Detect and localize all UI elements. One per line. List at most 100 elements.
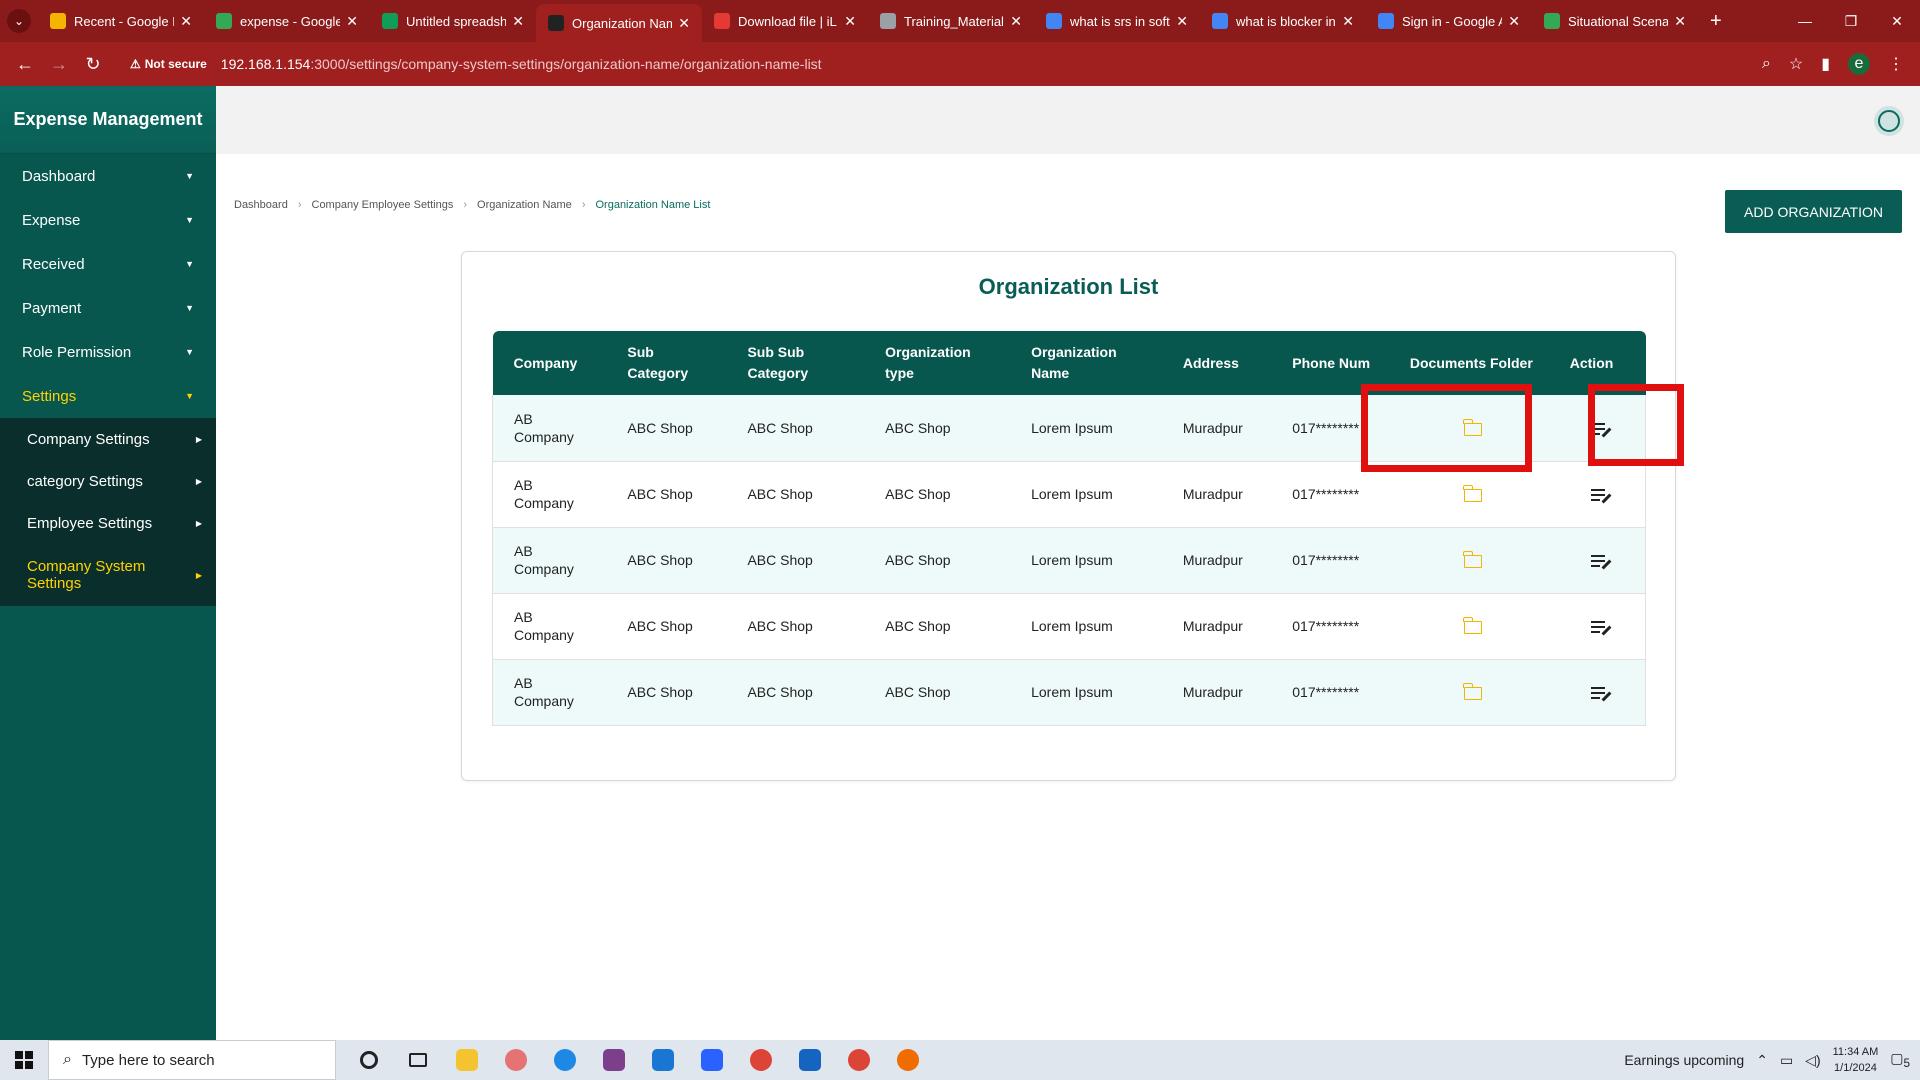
sidebar-item-payment[interactable]: Payment ▼	[0, 286, 216, 330]
minimize-button[interactable]: —	[1782, 0, 1828, 42]
breadcrumb-item[interactable]: Organization Name	[477, 199, 572, 211]
tab-close-icon[interactable]: ✕	[346, 13, 358, 30]
browser-menu-icon[interactable]: ⋮	[1888, 54, 1904, 74]
network-icon[interactable]: ▭	[1780, 1052, 1793, 1069]
back-button[interactable]: ←	[10, 54, 40, 75]
tray-chevron-icon[interactable]: ⌃	[1756, 1052, 1768, 1069]
browser-tab[interactable]: Organization Nam ✕	[536, 4, 702, 42]
folder-icon[interactable]	[1463, 550, 1482, 568]
tab-search-button[interactable]: ⌄	[0, 0, 38, 42]
task-view-icon[interactable]	[393, 1040, 442, 1080]
chrome-icon[interactable]	[736, 1040, 785, 1080]
taskbar-search[interactable]: ⌕ Type here to search	[48, 1040, 336, 1080]
edit-icon[interactable]	[1590, 620, 1612, 636]
caret-down-icon: ▼	[185, 171, 194, 181]
restore-button[interactable]: ❐	[1828, 0, 1874, 42]
mail-icon[interactable]	[638, 1040, 687, 1080]
sidebar-item-dashboard[interactable]: Dashboard ▼	[0, 154, 216, 198]
site-security-indicator[interactable]: ⚠ Not secure	[130, 57, 207, 71]
notification-center-icon[interactable]: ▢5	[1890, 1050, 1910, 1070]
breadcrumb-item[interactable]: Dashboard	[234, 199, 288, 211]
edit-icon[interactable]	[1590, 488, 1612, 504]
column-header: Organization type	[885, 344, 971, 381]
column-header: Address	[1182, 354, 1239, 371]
sidebar-subitem-company-system-settings[interactable]: Company System Settings ▶	[0, 544, 216, 606]
column-header: Sub Sub Category	[747, 344, 809, 381]
profile-avatar[interactable]: e	[1848, 53, 1870, 75]
browser-tab[interactable]: Training_Materials ✕	[868, 0, 1034, 42]
tab-title: what is srs in softw	[1070, 13, 1171, 29]
browser-tab[interactable]: Recent - Google D ✕	[38, 0, 204, 42]
table-cell: Lorem Ipsum	[1010, 527, 1162, 594]
tab-close-icon[interactable]: ✕	[1342, 13, 1354, 30]
tab-close-icon[interactable]: ✕	[678, 15, 690, 32]
tab-close-icon[interactable]: ✕	[1176, 13, 1188, 30]
start-button[interactable]	[0, 1051, 48, 1069]
table-cell: ABC Shop	[726, 527, 865, 594]
tab-close-icon[interactable]: ✕	[844, 13, 856, 30]
volume-icon[interactable]: ◁)	[1805, 1052, 1820, 1069]
edge-icon[interactable]	[540, 1040, 589, 1080]
address-bar[interactable]: ⚠ Not secure 192.168.1.154:3000/settings/…	[120, 48, 1762, 80]
settings-submenu: Company Settings ▶ category Settings ▶ Emplo…	[0, 418, 216, 606]
sidebar-subitem-category-settings[interactable]: category Settings ▶	[0, 460, 216, 502]
page-title: Organization List	[978, 274, 1159, 299]
close-window-button[interactable]: ✕	[1874, 0, 1920, 42]
tab-favicon-icon	[50, 13, 66, 29]
slack-icon[interactable]	[589, 1040, 638, 1080]
sidebar-subitem-company-settings[interactable]: Company Settings ▶	[0, 418, 216, 460]
vscode-icon[interactable]	[785, 1040, 834, 1080]
browser-tab[interactable]: what is blocker in ✕	[1200, 0, 1366, 42]
chrome-profile-icon[interactable]	[834, 1040, 883, 1080]
tab-close-icon[interactable]: ✕	[1508, 13, 1520, 30]
table-cell: ABC Shop	[864, 593, 1011, 660]
tab-favicon-icon	[548, 15, 564, 31]
sidebar-item-role-permission[interactable]: Role Permission ▼	[0, 330, 216, 374]
reload-button[interactable]: ↻	[78, 54, 108, 75]
browser-tab[interactable]: Sign in - Google A ✕	[1366, 0, 1532, 42]
tab-favicon-icon	[714, 13, 730, 29]
user-account-icon[interactable]	[1874, 106, 1904, 136]
browser-tab[interactable]: expense - Google ✕	[204, 0, 370, 42]
caret-right-icon: ▶	[195, 518, 202, 528]
browser-tab[interactable]: Untitled spreadsh ✕	[370, 0, 536, 42]
chrome-profile-2-icon[interactable]	[883, 1040, 932, 1080]
sidebar-subitem-label: Company Settings	[27, 430, 150, 448]
edit-icon[interactable]	[1590, 686, 1612, 702]
tab-close-icon[interactable]: ✕	[512, 13, 524, 30]
tab-title: Organization Nam	[572, 15, 673, 31]
tab-close-icon[interactable]: ✕	[1010, 13, 1022, 30]
add-organization-button[interactable]: ADD ORGANIZATION	[1725, 190, 1902, 233]
system-clock[interactable]: 11:34 AM 1/1/2024	[1833, 1044, 1879, 1076]
breadcrumb-item[interactable]: Company Employee Settings	[312, 199, 454, 211]
folder-icon[interactable]	[1463, 682, 1482, 700]
zoom-icon[interactable]: ⌕	[1762, 55, 1771, 73]
browser-tab[interactable]: Situational Scena ✕	[1532, 0, 1698, 42]
tab-close-icon[interactable]: ✕	[180, 13, 192, 30]
browser-tab[interactable]: Download file | iL ✕	[702, 0, 868, 42]
table-cell: Lorem Ipsum	[1010, 659, 1162, 726]
cortana-icon[interactable]	[344, 1040, 393, 1080]
side-panel-icon[interactable]: ▮	[1821, 54, 1830, 74]
column-header: Company	[513, 354, 578, 371]
caret-down-icon: ▼	[185, 303, 194, 313]
store-icon[interactable]	[687, 1040, 736, 1080]
news-widget[interactable]: Earnings upcoming	[1624, 1052, 1744, 1068]
edit-icon[interactable]	[1590, 554, 1612, 570]
sidebar-subitem-employee-settings[interactable]: Employee Settings ▶	[0, 502, 216, 544]
file-explorer-icon[interactable]	[442, 1040, 491, 1080]
forward-button[interactable]: →	[44, 54, 74, 75]
chevron-down-icon: ⌄	[7, 9, 31, 33]
snipping-tool-icon[interactable]	[491, 1040, 540, 1080]
sidebar-item-settings[interactable]: Settings ▼	[0, 374, 216, 418]
folder-icon[interactable]	[1463, 484, 1482, 502]
bookmark-star-icon[interactable]: ☆	[1789, 54, 1803, 74]
browser-tab[interactable]: what is srs in softw ✕	[1034, 0, 1200, 42]
new-tab-button[interactable]: +	[1710, 10, 1722, 33]
windows-icon	[15, 1051, 33, 1069]
folder-icon[interactable]	[1463, 616, 1482, 634]
tab-close-icon[interactable]: ✕	[1674, 13, 1686, 30]
sidebar-item-expense[interactable]: Expense ▼	[0, 198, 216, 242]
table-cell: ABC Shop	[864, 461, 1011, 528]
sidebar-item-received[interactable]: Received ▼	[0, 242, 216, 286]
